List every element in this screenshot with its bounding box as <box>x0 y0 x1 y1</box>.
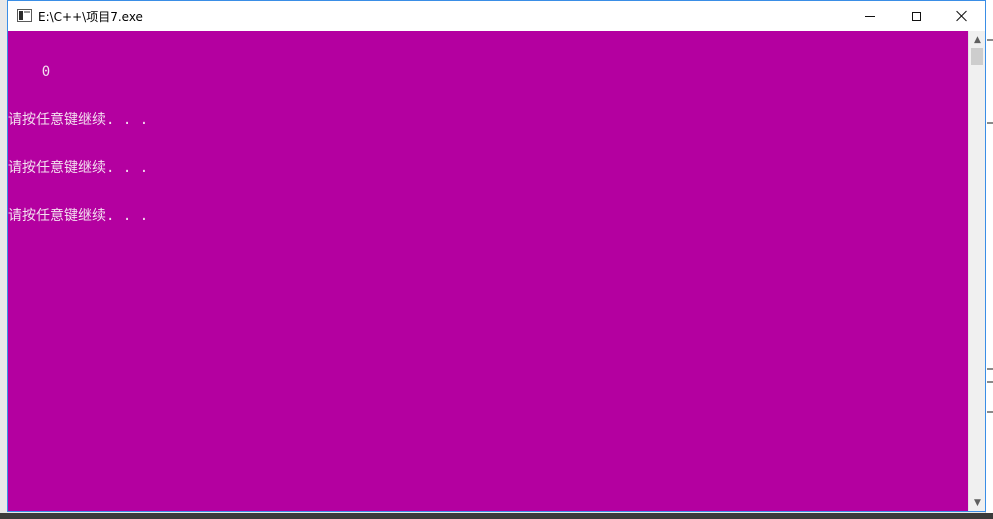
scroll-up-arrow-icon[interactable]: ▲ <box>969 31 986 48</box>
taskbar-edge <box>0 513 993 519</box>
console-line: 0 <box>8 64 51 80</box>
window-title: E:\C++\项目7.exe <box>38 10 143 24</box>
console-app-icon[interactable] <box>17 9 32 22</box>
maximize-button[interactable] <box>893 1 939 31</box>
console-output-area[interactable]: 0 请按任意键继续. . . 请按任意键继续. . . 请按任意键继续. . . <box>8 31 968 511</box>
maximize-icon <box>911 11 921 21</box>
console-line: 请按任意键继续. . . <box>8 160 149 176</box>
title-bar[interactable]: E:\C++\项目7.exe <box>8 1 985 31</box>
console-window: E:\C++\项目7.exe 0 请按任意键继续. . . 请按任意键继续. .… <box>7 0 986 512</box>
console-line: 请按任意键继续. . . <box>8 208 149 224</box>
console-line: 请按任意键继续. . . <box>8 112 149 128</box>
close-button[interactable] <box>939 1 985 31</box>
console-lines: 0 请按任意键继续. . . 请按任意键继续. . . 请按任意键继续. . . <box>8 32 148 256</box>
minimize-button[interactable] <box>847 1 893 31</box>
scroll-down-arrow-icon[interactable]: ▼ <box>969 494 986 511</box>
close-icon <box>956 10 968 22</box>
vertical-scrollbar[interactable]: ▲ ▼ <box>968 31 985 511</box>
desktop-background: E:\C++\项目7.exe 0 请按任意键继续. . . 请按任意键继续. .… <box>0 0 993 519</box>
background-window-edge <box>985 0 993 519</box>
minimize-icon <box>865 15 875 17</box>
scroll-thumb[interactable] <box>971 48 983 65</box>
